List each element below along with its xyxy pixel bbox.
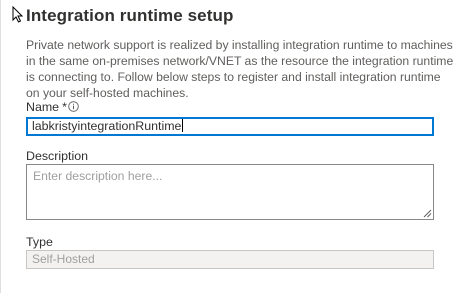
text-caret bbox=[182, 119, 184, 132]
resize-grip-icon[interactable] bbox=[423, 209, 432, 218]
required-marker: * bbox=[62, 100, 67, 114]
description-textarea[interactable]: Enter description here... bbox=[26, 164, 434, 220]
name-input[interactable]: labkristyintegrationRuntime bbox=[26, 117, 434, 136]
mouse-pointer-icon bbox=[12, 6, 23, 23]
setup-description-text: Private network support is realized by i… bbox=[26, 38, 454, 100]
description-field-label: Description bbox=[26, 149, 88, 163]
name-label-text: Name bbox=[26, 100, 60, 114]
info-icon[interactable] bbox=[68, 101, 79, 112]
name-input-value: labkristyintegrationRuntime bbox=[32, 119, 182, 133]
page-title: Integration runtime setup bbox=[26, 6, 234, 25]
type-field-label: Type bbox=[26, 235, 53, 249]
name-field-label: Name * bbox=[26, 100, 67, 114]
type-field: Self-Hosted bbox=[26, 250, 434, 269]
description-placeholder: Enter description here... bbox=[33, 169, 163, 183]
